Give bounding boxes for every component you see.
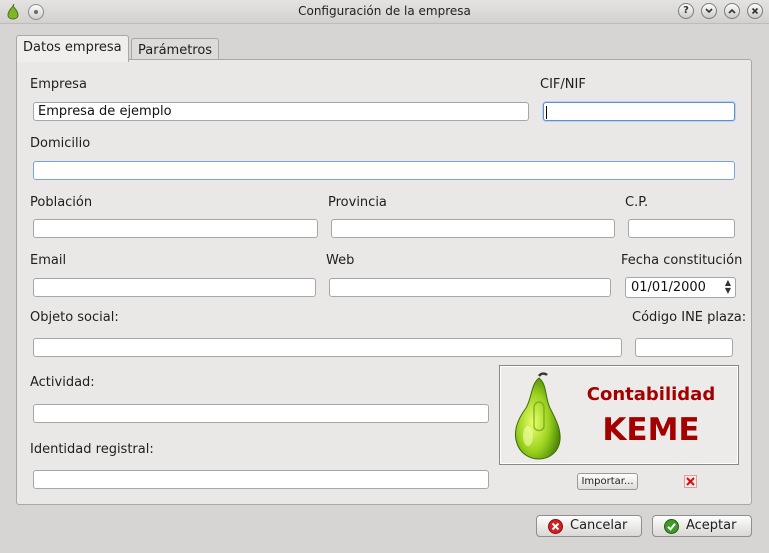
pear-logo-icon: [514, 372, 561, 460]
logo-text-keme: KEME: [602, 412, 700, 448]
import-logo-button[interactable]: Importar...: [577, 473, 638, 490]
spin-arrows-icon[interactable]: ▲ ▼: [725, 279, 731, 295]
accept-button[interactable]: Aceptar: [652, 515, 752, 537]
window-title: Configuración de la empresa: [298, 4, 471, 18]
accept-icon: [664, 519, 679, 534]
poblacion-input[interactable]: [33, 219, 318, 238]
tab-datos-empresa[interactable]: Datos empresa: [16, 35, 129, 62]
cancel-icon: [548, 519, 563, 534]
fecha-label: Fecha constitución: [621, 253, 743, 268]
identidad-input[interactable]: [33, 470, 489, 489]
cif-label: CIF/NIF: [540, 77, 586, 92]
maximize-button[interactable]: [724, 3, 740, 19]
cancel-button[interactable]: Cancelar: [536, 515, 642, 537]
objeto-label: Objeto social:: [30, 310, 119, 325]
empresa-label: Empresa: [30, 77, 87, 92]
actividad-input[interactable]: [33, 404, 489, 423]
identidad-label: Identidad registral:: [30, 442, 154, 457]
provincia-label: Provincia: [328, 195, 387, 210]
domicilio-input[interactable]: [33, 161, 735, 180]
cancel-label: Cancelar: [570, 518, 628, 533]
close-icon: [751, 7, 759, 15]
cp-input[interactable]: [628, 219, 735, 238]
web-label: Web: [326, 253, 355, 268]
help-button[interactable]: ?: [678, 3, 694, 19]
ine-label: Código INE plaza:: [632, 310, 747, 325]
accept-label: Aceptar: [686, 518, 737, 533]
poblacion-label: Población: [30, 195, 93, 210]
logo-text-contabilidad: Contabilidad: [586, 384, 716, 405]
email-label: Email: [30, 253, 67, 268]
ine-input[interactable]: [635, 338, 733, 357]
empresa-input[interactable]: [33, 102, 529, 121]
fecha-value: 01/01/2000: [631, 280, 706, 295]
cif-input[interactable]: [543, 102, 735, 121]
cp-label: C.P.: [625, 195, 649, 210]
chevron-up-icon: [728, 8, 736, 14]
domicilio-label: Domicilio: [30, 136, 91, 151]
objeto-input[interactable]: [33, 338, 622, 357]
web-input[interactable]: [329, 278, 611, 297]
minimize-button[interactable]: [701, 3, 717, 19]
company-logo: Contabilidad KEME: [499, 365, 739, 465]
chevron-down-icon: [705, 8, 713, 14]
email-input[interactable]: [33, 278, 316, 297]
close-button[interactable]: [747, 3, 763, 19]
actividad-label: Actividad:: [30, 375, 95, 390]
delete-x-icon[interactable]: [684, 475, 697, 488]
fecha-date-spinbox[interactable]: 01/01/2000 ▲ ▼: [625, 277, 736, 298]
title-bar: Configuración de la empresa ?: [0, 0, 769, 24]
provincia-input[interactable]: [331, 219, 615, 238]
text-caret: [546, 106, 547, 119]
